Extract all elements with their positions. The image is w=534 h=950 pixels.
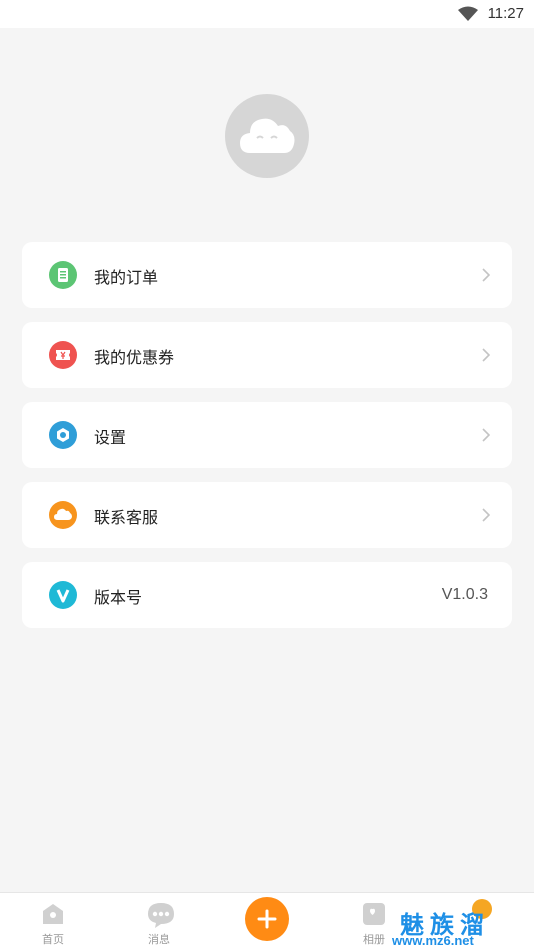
menu-item-customer-service[interactable]: 联系客服 — [22, 482, 512, 548]
menu-item-label: 我的优惠券 — [94, 348, 175, 367]
watermark: 魅族溜 www.mz6.net — [392, 899, 534, 949]
chevron-right-icon — [482, 427, 491, 446]
menu-item-settings[interactable]: 设置 — [22, 402, 512, 468]
tab-messages[interactable]: 消息 — [119, 893, 199, 950]
album-icon — [361, 901, 387, 931]
version-value: V1.0.3 — [441, 586, 488, 603]
menu-item-label: 设置 — [94, 428, 127, 447]
menu-item-label: 版本号 — [94, 588, 143, 607]
status-bar: 11:27 — [0, 0, 534, 28]
tab-home[interactable]: 首页 — [13, 893, 93, 950]
add-button[interactable] — [245, 897, 289, 941]
wifi-icon — [458, 6, 478, 26]
menu-item-label: 联系客服 — [94, 508, 159, 527]
avatar[interactable] — [225, 94, 309, 178]
order-icon — [49, 261, 77, 289]
settings-icon — [49, 421, 77, 449]
coupon-icon — [49, 341, 77, 369]
chevron-right-icon — [482, 507, 491, 526]
tab-label: 消息 — [148, 933, 170, 946]
version-icon — [49, 581, 77, 609]
menu-item-label: 我的订单 — [94, 268, 159, 287]
customer-service-icon — [49, 501, 77, 529]
tab-label: 首页 — [42, 933, 64, 946]
watermark-url: www.mz6.net — [392, 933, 474, 948]
message-icon — [146, 901, 176, 933]
status-time: 11:27 — [487, 5, 524, 22]
menu-item-orders[interactable]: 我的订单 — [22, 242, 512, 308]
chevron-right-icon — [482, 267, 491, 286]
home-icon — [40, 901, 66, 931]
menu-item-version: 版本号 V1.0.3 — [22, 562, 512, 628]
menu-item-coupons[interactable]: 我的优惠券 — [22, 322, 512, 388]
chevron-right-icon — [482, 347, 491, 366]
